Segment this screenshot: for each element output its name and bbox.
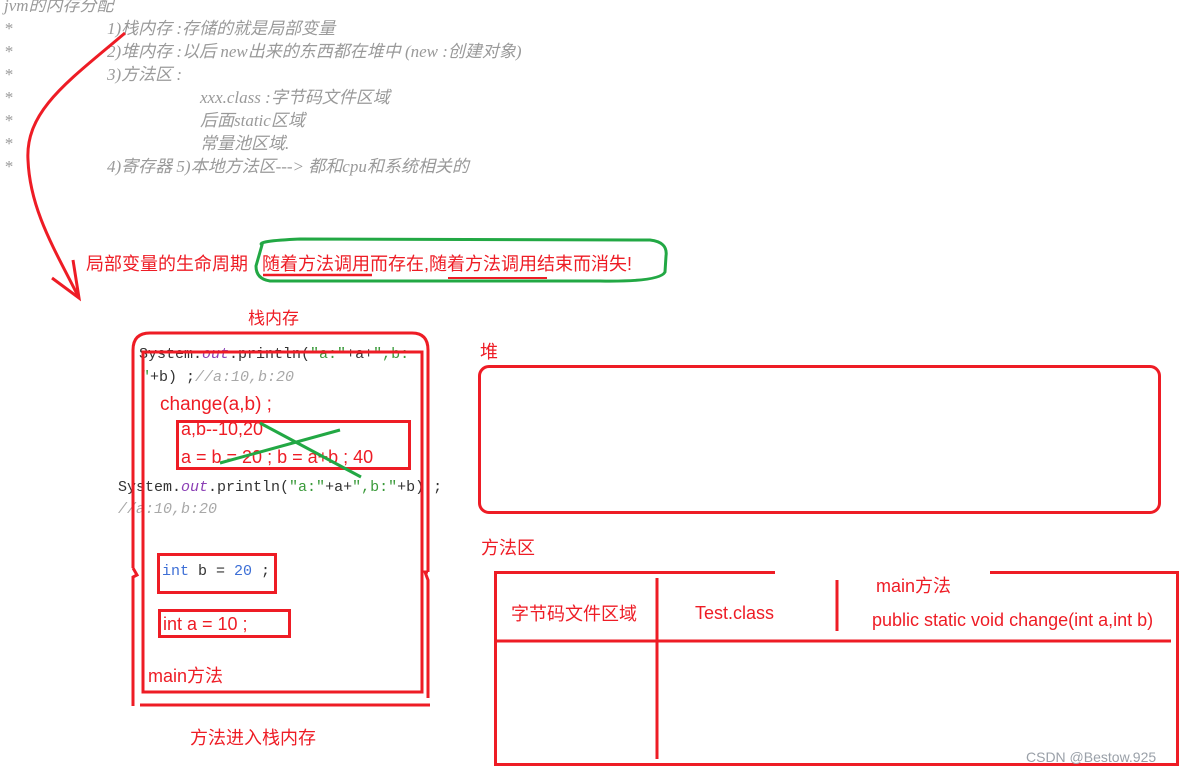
main-frame-box	[141, 350, 424, 694]
curved-arrow-line	[26, 31, 126, 297]
annotation-strokes	[26, 31, 1171, 759]
stack-outer-box	[131, 331, 430, 572]
stack-outer-box-lower	[131, 567, 430, 706]
cross-line-1	[259, 421, 362, 479]
